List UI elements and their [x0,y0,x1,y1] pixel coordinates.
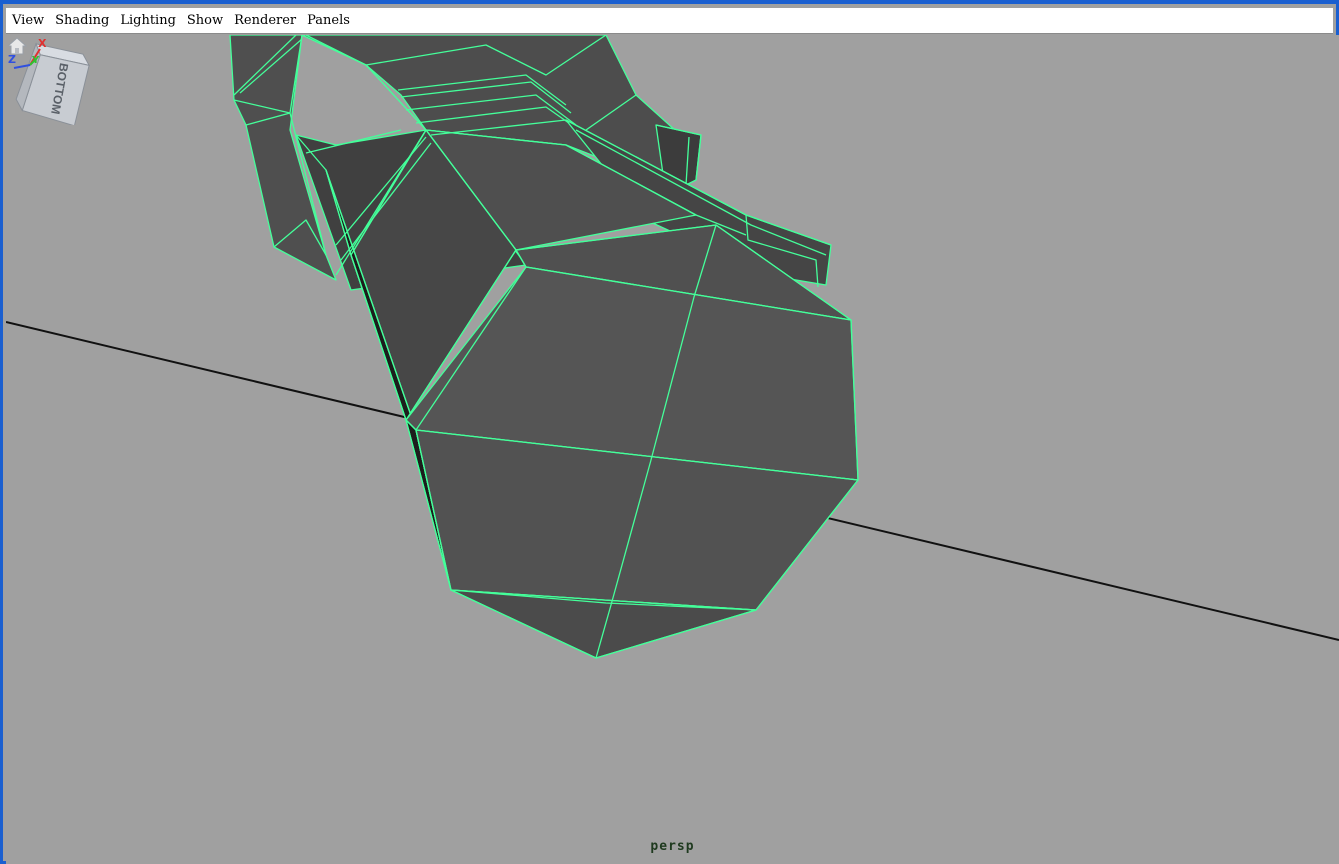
menu-panels[interactable]: Panels [307,8,350,34]
axis-x-label: X [38,37,47,50]
axis-z-label: Z [8,53,16,66]
camera-name-label: persp [650,839,695,854]
mesh-model[interactable] [229,35,859,659]
scene-canvas [6,35,1339,659]
axis-gizmo-icon: X Y Z [8,37,47,69]
viewport-window: View Shading Lighting Show Renderer Pane… [0,0,1339,864]
axis-y-label: Y [31,55,40,66]
perspective-viewport[interactable]: BOTTOM X Y Z persp [6,35,1339,864]
menu-view[interactable]: View [12,8,44,34]
menu-renderer[interactable]: Renderer [234,8,296,34]
menu-shading[interactable]: Shading [55,8,109,34]
panel-menu-bar: View Shading Lighting Show Renderer Pane… [6,8,1333,34]
menu-show[interactable]: Show [187,8,223,34]
menu-lighting[interactable]: Lighting [120,8,176,34]
